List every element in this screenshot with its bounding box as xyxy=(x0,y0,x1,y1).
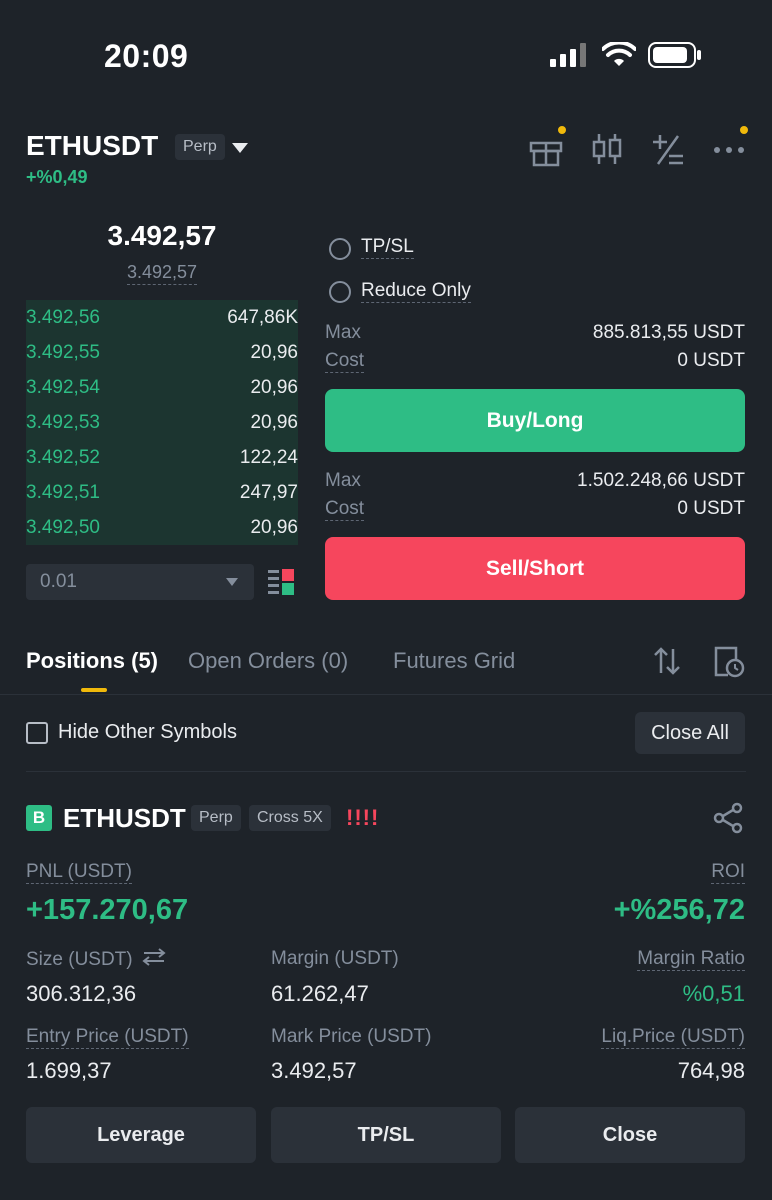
buy-long-button[interactable]: Buy/Long xyxy=(325,389,745,452)
buy-max-label: Max xyxy=(325,322,361,343)
wifi-icon xyxy=(602,42,636,66)
close-position-button[interactable]: Close xyxy=(515,1107,745,1163)
side-badge: B xyxy=(26,805,52,831)
status-icons xyxy=(550,42,702,68)
tab-positions[interactable]: Positions (5) xyxy=(26,648,158,674)
candlestick-icon[interactable] xyxy=(588,128,628,168)
precision-select[interactable]: 0.01 xyxy=(26,564,254,600)
calculator-icon[interactable] xyxy=(648,128,688,168)
mark-price: 3.492,57 xyxy=(26,262,298,285)
battery-icon xyxy=(648,42,701,68)
tpsl-radio[interactable] xyxy=(329,238,351,260)
entry-price-label: Entry Price (USDT) xyxy=(26,1026,189,1049)
sell-cost-value: 0 USDT xyxy=(677,498,745,519)
more-icon[interactable] xyxy=(710,126,750,168)
sell-max-label: Max xyxy=(325,470,361,491)
tpsl-button[interactable]: TP/SL xyxy=(271,1107,501,1163)
tab-open-orders[interactable]: Open Orders (0) xyxy=(188,648,348,674)
chevron-down-icon xyxy=(226,578,238,586)
buy-cost-label: Cost xyxy=(325,350,365,373)
list-item[interactable]: 3.492,56 647,86K xyxy=(26,300,298,335)
list-item[interactable]: 3.492,55 20,96 xyxy=(26,335,298,370)
symbol-title[interactable]: ETHUSDT xyxy=(26,130,158,162)
list-item[interactable]: 3.492,53 20,96 xyxy=(26,405,298,440)
tab-indicator xyxy=(81,688,107,692)
sell-cost-label: Cost xyxy=(325,498,365,521)
gift-icon[interactable] xyxy=(526,126,566,168)
book-layout-icon[interactable] xyxy=(268,568,294,596)
margin-label: Margin (USDT) xyxy=(271,948,399,969)
divider xyxy=(26,771,746,772)
tab-futures-grid[interactable]: Futures Grid xyxy=(393,648,515,674)
position-symbol[interactable]: ETHUSDT xyxy=(63,803,186,834)
roi-value: +%256,72 xyxy=(613,894,745,926)
pnl-label: PNL (USDT) xyxy=(26,861,132,884)
perp-tag: Perp xyxy=(191,805,241,831)
chevron-down-icon[interactable] xyxy=(232,143,248,153)
reduce-only-label: Reduce Only xyxy=(361,280,471,303)
risk-indicator: !!!! xyxy=(346,805,380,830)
mark-price-label: Mark Price (USDT) xyxy=(271,1026,432,1047)
sell-short-button[interactable]: Sell/Short xyxy=(325,537,745,600)
list-item[interactable]: 3.492,54 20,96 xyxy=(26,370,298,405)
history-icon[interactable] xyxy=(712,645,746,684)
divider xyxy=(0,694,772,695)
list-item[interactable]: 3.492,52 122,24 xyxy=(26,440,298,475)
buy-max-value: 885.813,55 USDT xyxy=(592,322,745,343)
pnl-value: +157.270,67 xyxy=(26,894,189,926)
status-time: 20:09 xyxy=(104,38,189,74)
share-icon[interactable] xyxy=(712,802,744,839)
tpsl-label: TP/SL xyxy=(361,236,414,259)
margin-ratio-label: Margin Ratio xyxy=(637,948,745,971)
sort-icon[interactable] xyxy=(652,646,682,681)
price-change: +%0,49 xyxy=(26,167,88,187)
sell-max-value: 1.502.248,66 USDT xyxy=(577,470,745,491)
liq-price-label: Liq.Price (USDT) xyxy=(601,1026,745,1049)
reduce-only-radio[interactable] xyxy=(329,281,351,303)
perp-badge: Perp xyxy=(175,134,225,160)
margin-value: 61.262,47 xyxy=(271,981,369,1006)
size-value: 306.312,36 xyxy=(26,981,137,1006)
hide-symbols-checkbox[interactable] xyxy=(26,722,48,744)
roi-label: ROI xyxy=(711,861,745,884)
list-item[interactable]: 3.492,51 247,97 xyxy=(26,475,298,510)
size-label: Size (USDT) xyxy=(26,948,166,972)
leverage-tag: Cross 5X xyxy=(249,805,331,831)
leverage-button[interactable]: Leverage xyxy=(26,1107,256,1163)
entry-price-value: 1.699,37 xyxy=(26,1058,112,1083)
hide-symbols-label: Hide Other Symbols xyxy=(58,721,237,743)
liq-price-value: 764,98 xyxy=(677,1058,745,1083)
swap-icon[interactable] xyxy=(142,948,166,972)
order-book-bids: 3.492,56 647,86K 3.492,55 20,96 3.492,54 20… xyxy=(26,300,298,545)
close-all-button[interactable]: Close All xyxy=(635,712,745,754)
signal-icon xyxy=(550,43,586,67)
mark-price-value: 3.492,57 xyxy=(271,1058,357,1083)
list-item[interactable]: 3.492,50 20,96 xyxy=(26,510,298,545)
buy-cost-value: 0 USDT xyxy=(677,350,745,371)
margin-ratio-value: %0,51 xyxy=(682,981,745,1006)
last-price: 3.492,57 xyxy=(107,220,217,251)
